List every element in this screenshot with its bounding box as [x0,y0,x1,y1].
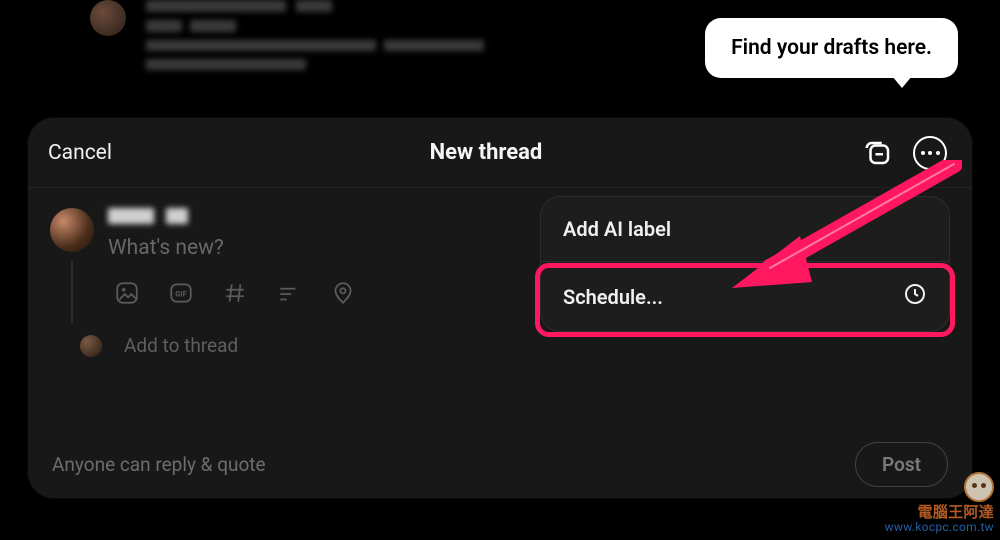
drafts-icon[interactable] [860,135,896,171]
menu-item-schedule[interactable]: Schedule... [541,262,949,331]
user-avatar [50,208,94,252]
gif-icon[interactable]: GIF [168,280,194,306]
add-to-thread-row[interactable]: Add to thread [80,334,948,357]
composer-header: Cancel New thread [28,118,972,188]
image-icon[interactable] [114,280,140,306]
hashtag-icon[interactable] [222,280,248,306]
watermark-url: www.kocpc.com.tw [885,521,994,534]
poll-icon[interactable] [276,280,302,306]
composer-title: New thread [430,140,543,165]
watermark: 電腦王阿達 www.kocpc.com.tw [885,472,994,534]
drafts-callout: Find your drafts here. [705,18,958,78]
svg-text:GIF: GIF [175,289,187,298]
more-options-button[interactable] [912,135,948,171]
bg-avatar [90,0,126,36]
more-icon [913,136,947,170]
clock-icon [903,282,927,311]
bg-text-lines [146,0,484,78]
reply-scope-button[interactable]: Anyone can reply & quote [52,453,266,476]
small-avatar [80,335,102,357]
menu-item-label: Add AI label [563,217,671,241]
menu-item-label: Schedule... [563,285,663,309]
menu-item-add-ai-label[interactable]: Add AI label [541,197,949,261]
thread-connector-line [71,260,73,324]
add-to-thread-label: Add to thread [124,334,238,357]
cancel-button[interactable]: Cancel [48,141,112,165]
more-options-menu: Add AI label Schedule... [540,196,950,332]
watermark-title: 電腦王阿達 [885,504,994,521]
composer-footer: Anyone can reply & quote Post [28,430,972,498]
callout-text: Find your drafts here. [731,36,932,60]
location-icon[interactable] [330,280,356,306]
